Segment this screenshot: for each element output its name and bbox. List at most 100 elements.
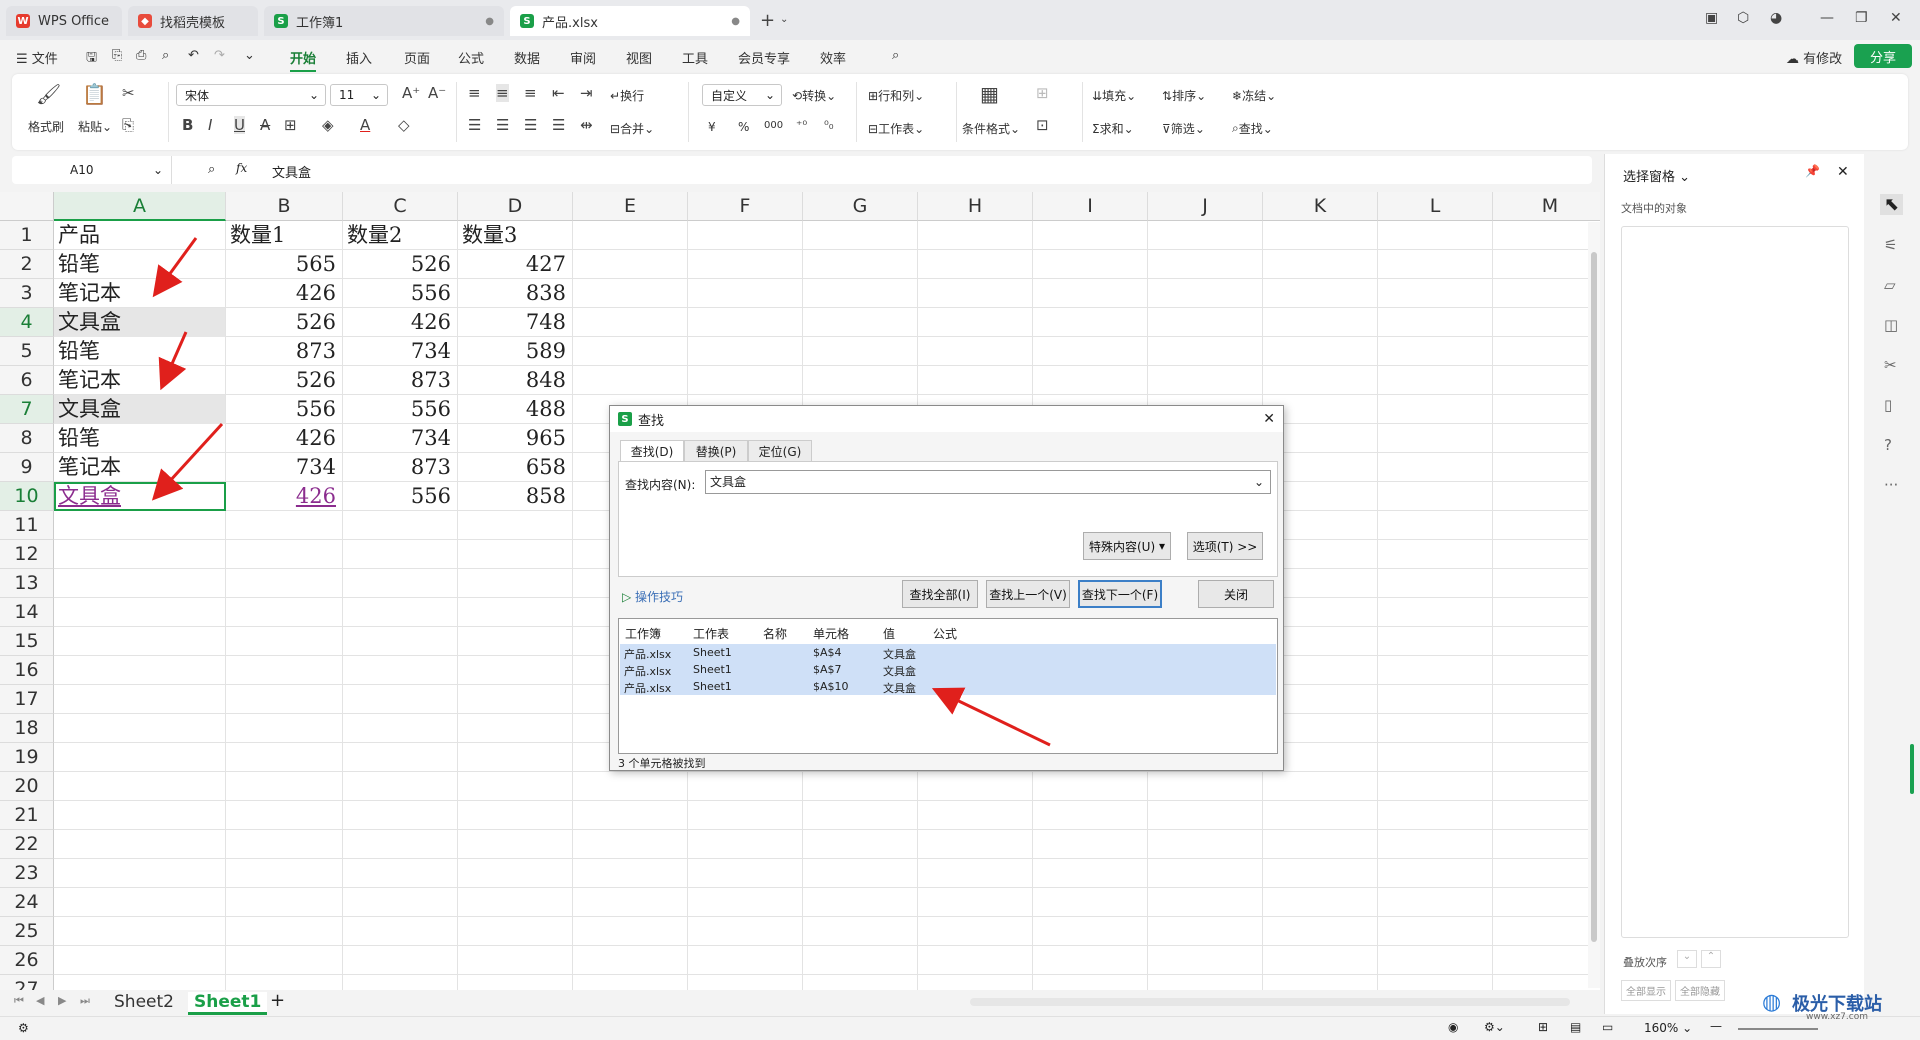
more-chevron-icon[interactable]: ⌄ xyxy=(244,48,255,63)
row-header[interactable]: 10 xyxy=(0,482,54,511)
border-icon[interactable]: ⊞ xyxy=(284,116,297,134)
cell[interactable]: 文具盒 xyxy=(54,395,225,424)
row-header[interactable]: 17 xyxy=(0,685,54,714)
cell[interactable]: 873 xyxy=(343,453,457,482)
cell[interactable]: 556 xyxy=(226,395,342,424)
column-header-j[interactable]: J xyxy=(1148,192,1263,221)
column-header-e[interactable]: E xyxy=(573,192,688,221)
cell[interactable]: 数量3 xyxy=(458,221,572,250)
cell[interactable]: 565 xyxy=(226,250,342,279)
cell[interactable]: 526 xyxy=(226,308,342,337)
row-header[interactable]: 26 xyxy=(0,946,54,975)
column-header-h[interactable]: H xyxy=(918,192,1033,221)
column-header-k[interactable]: K xyxy=(1263,192,1378,221)
print-icon[interactable]: ⎙ xyxy=(136,48,146,63)
share-button[interactable]: 分享 xyxy=(1854,44,1912,68)
clear-format-icon[interactable]: ◇ xyxy=(398,116,410,134)
column-header-m[interactable]: M xyxy=(1493,192,1600,221)
result-header-name[interactable]: 名称 xyxy=(763,625,787,642)
font-color-icon[interactable]: A xyxy=(360,116,370,134)
zoom-level[interactable]: 160% ⌄ xyxy=(1644,1021,1692,1035)
minimize-icon[interactable]: — xyxy=(1820,10,1834,26)
settings-icon[interactable]: ⚙⌄ xyxy=(1484,1020,1505,1034)
fill-button[interactable]: ⇊ 填充 ⌄ xyxy=(1092,87,1136,104)
menu-view[interactable]: 视图 xyxy=(626,48,652,67)
cell[interactable]: 873 xyxy=(226,337,342,366)
cell[interactable]: 笔记本 xyxy=(54,279,225,308)
row-header[interactable]: 9 xyxy=(0,453,54,482)
cell[interactable]: 858 xyxy=(458,482,572,511)
decrease-indent-icon[interactable]: ⇤ xyxy=(552,84,565,102)
row-header[interactable]: 21 xyxy=(0,801,54,830)
formula-input[interactable]: 文具盒 xyxy=(272,162,311,181)
zoom-formula-icon[interactable]: ⌕ xyxy=(208,162,215,177)
export-icon[interactable]: ⎘ xyxy=(112,48,122,63)
currency-button[interactable]: ¥ xyxy=(708,120,716,134)
table-style-icon[interactable]: ⊞ xyxy=(1036,84,1049,102)
conditional-format-button[interactable]: 条件格式 ⌄ xyxy=(962,120,1020,137)
pin-icon[interactable]: 📌 xyxy=(1805,164,1820,178)
row-header[interactable]: 24 xyxy=(0,888,54,917)
analysis-icon[interactable]: ◫ xyxy=(1884,316,1898,334)
underline-icon[interactable]: U xyxy=(234,116,245,134)
menu-data[interactable]: 数据 xyxy=(514,48,540,67)
result-header-cell[interactable]: 单元格 xyxy=(813,625,849,642)
find-all-button[interactable]: 查找全部(I) xyxy=(902,580,978,608)
sheet-tab-sheet2[interactable]: Sheet2 xyxy=(114,992,174,1012)
cut-icon[interactable]: ✂ xyxy=(122,84,135,102)
next-sheet-icon[interactable]: ▶ xyxy=(58,994,66,1007)
result-row[interactable]: 产品.xlsx Sheet1 $A$4 文具盒 xyxy=(620,644,1276,661)
merge-button[interactable]: ⊟ 合并 ⌄ xyxy=(610,120,654,137)
more-icon[interactable]: ··· xyxy=(1884,476,1898,494)
worksheet-button[interactable]: ⊟ 工作表 ⌄ xyxy=(868,120,924,137)
result-header-workbook[interactable]: 工作簿 xyxy=(625,625,661,642)
row-header[interactable]: 2 xyxy=(0,250,54,279)
row-header[interactable]: 7 xyxy=(0,395,54,424)
cell[interactable]: 748 xyxy=(458,308,572,337)
cell[interactable]: 笔记本 xyxy=(54,366,225,395)
last-sheet-icon[interactable]: ⏭ xyxy=(80,994,90,1008)
close-icon[interactable]: ● xyxy=(731,16,740,27)
macro-icon[interactable]: ⚙ xyxy=(18,1021,29,1035)
format-painter-icon[interactable]: 🖌 xyxy=(36,82,61,106)
column-header-f[interactable]: F xyxy=(688,192,803,221)
close-button[interactable]: 关闭 xyxy=(1198,580,1274,608)
sheet-tab-sheet1[interactable]: Sheet1 xyxy=(188,992,268,1015)
special-content-button[interactable]: 特殊内容(U) ▾ xyxy=(1083,532,1171,560)
align-middle-icon[interactable]: ≡ xyxy=(496,84,509,102)
row-header[interactable]: 8 xyxy=(0,424,54,453)
align-right-icon[interactable]: ☰ xyxy=(524,116,537,134)
result-row[interactable]: 产品.xlsx Sheet1 $A$10 文具盒 xyxy=(620,678,1276,695)
cell[interactable]: 426 xyxy=(226,482,342,511)
align-top-icon[interactable]: ≡ xyxy=(468,84,481,102)
sum-button[interactable]: Σ 求和 ⌄ xyxy=(1092,120,1134,137)
menu-home[interactable]: 开始 xyxy=(290,48,317,72)
hide-all-button[interactable]: 全部隐藏 xyxy=(1675,980,1725,1001)
chevron-down-icon[interactable]: ⌄ xyxy=(780,14,788,25)
row-header[interactable]: 19 xyxy=(0,743,54,772)
cell[interactable]: 556 xyxy=(343,279,457,308)
zoom-out-icon[interactable]: — xyxy=(1710,1019,1722,1033)
cell[interactable]: 838 xyxy=(458,279,572,308)
menu-insert[interactable]: 插入 xyxy=(346,48,372,67)
row-header[interactable]: 25 xyxy=(0,917,54,946)
tab-wps-office[interactable]: W WPS Office xyxy=(6,6,122,36)
tab-product-xlsx[interactable]: S 产品.xlsx ● xyxy=(510,6,750,36)
find-next-button[interactable]: 查找下一个(F) xyxy=(1078,580,1162,608)
name-box[interactable]: A10 ⌄ xyxy=(12,156,172,184)
menu-review[interactable]: 审阅 xyxy=(570,48,596,67)
horizontal-scrollbar[interactable] xyxy=(970,998,1570,1006)
cell[interactable]: 734 xyxy=(226,453,342,482)
cell[interactable]: 数量2 xyxy=(343,221,457,250)
italic-icon[interactable]: I xyxy=(208,116,212,134)
cell[interactable]: 文具盒 xyxy=(54,308,225,337)
avatar[interactable]: ◕ xyxy=(1770,10,1782,26)
column-header-b[interactable]: B xyxy=(226,192,343,221)
layout-icon[interactable]: ▣ xyxy=(1705,10,1718,26)
result-header-value[interactable]: 值 xyxy=(883,625,895,642)
page-break-icon[interactable]: ▭ xyxy=(1602,1020,1613,1034)
options-button[interactable]: 选项(T) >> xyxy=(1187,532,1263,560)
cell[interactable]: 556 xyxy=(343,482,457,511)
tab-replace[interactable]: 替换(P) xyxy=(684,440,748,462)
increase-indent-icon[interactable]: ⇥ xyxy=(580,84,593,102)
